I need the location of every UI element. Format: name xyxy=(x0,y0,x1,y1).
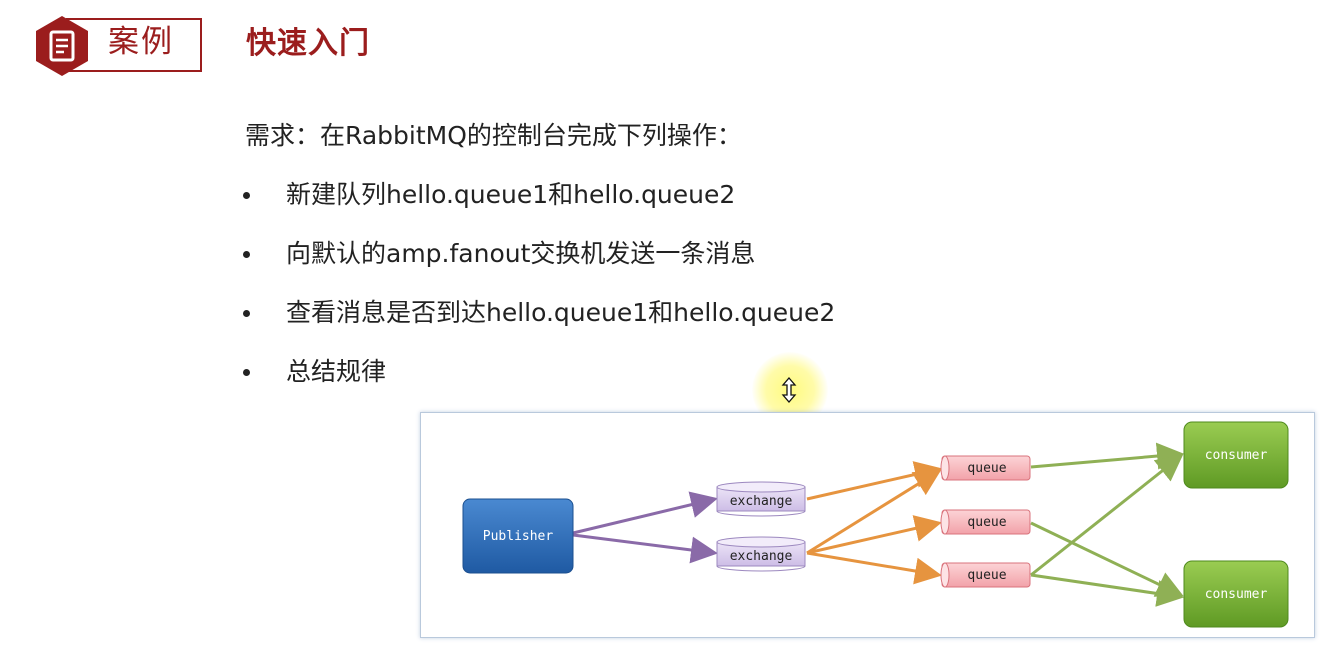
publisher-label: Publisher xyxy=(483,529,554,544)
requirement-text: 需求：在RabbitMQ的控制台完成下列操作： xyxy=(245,121,742,150)
list-item-text: 向默认的amp.fanout交换机发送一条消息 xyxy=(286,239,756,268)
exchange-node: exchange xyxy=(716,536,806,572)
task-list: 新建队列hello.queue1和hello.queue2 向默认的amp.fa… xyxy=(240,175,835,411)
document-icon xyxy=(36,16,88,76)
consumer-node: consumer xyxy=(1183,560,1289,628)
diagram-canvas: Publisher exchange exchange queue queue xyxy=(462,421,1289,628)
list-item: 查看消息是否到达hello.queue1和hello.queue2 xyxy=(240,293,835,352)
list-item-text: 新建队列hello.queue1和hello.queue2 xyxy=(286,180,736,209)
queue-label: queue xyxy=(967,461,1006,476)
queue-label: queue xyxy=(967,568,1006,583)
bullet-dot xyxy=(243,310,250,317)
publisher-node: Publisher xyxy=(462,498,574,574)
bullet-dot xyxy=(243,369,250,376)
queue-node: queue xyxy=(940,562,1031,588)
exchange-label: exchange xyxy=(730,549,793,564)
badge-label: 案例 xyxy=(108,24,174,60)
exchange-node: exchange xyxy=(716,481,806,517)
edge-publisher-exchange-2 xyxy=(572,533,718,564)
list-item: 总结规律 xyxy=(240,352,835,411)
edge-publisher-exchange-1 xyxy=(572,491,718,535)
consumer-label: consumer xyxy=(1205,587,1268,602)
list-item-text: 总结规律 xyxy=(286,357,387,386)
page-title: 快速入门 xyxy=(246,26,370,61)
queue-node: queue xyxy=(940,455,1031,481)
queue-label: queue xyxy=(967,515,1006,530)
bullet-dot xyxy=(243,192,250,199)
bullet-dot xyxy=(243,251,250,258)
resize-vertical-icon xyxy=(781,377,797,403)
list-item: 向默认的amp.fanout交换机发送一条消息 xyxy=(240,234,835,293)
consumer-label: consumer xyxy=(1205,448,1268,463)
edge-exchange2-queue2 xyxy=(806,515,942,555)
exchange-label: exchange xyxy=(730,494,793,509)
fanout-diagram: Publisher exchange exchange queue queue xyxy=(420,412,1315,638)
list-item: 新建队列hello.queue1和hello.queue2 xyxy=(240,175,835,234)
edge-queue3-consumer2 xyxy=(1030,573,1184,607)
edge-exchange2-queue3 xyxy=(806,551,942,585)
section-badge: 案例 xyxy=(32,14,204,76)
list-item-text: 查看消息是否到达hello.queue1和hello.queue2 xyxy=(286,298,836,327)
consumer-node: consumer xyxy=(1183,421,1289,489)
edge-queue3-consumer1 xyxy=(1030,454,1184,577)
edge-queue1-consumer1 xyxy=(1030,442,1184,470)
queue-node: queue xyxy=(940,509,1031,535)
